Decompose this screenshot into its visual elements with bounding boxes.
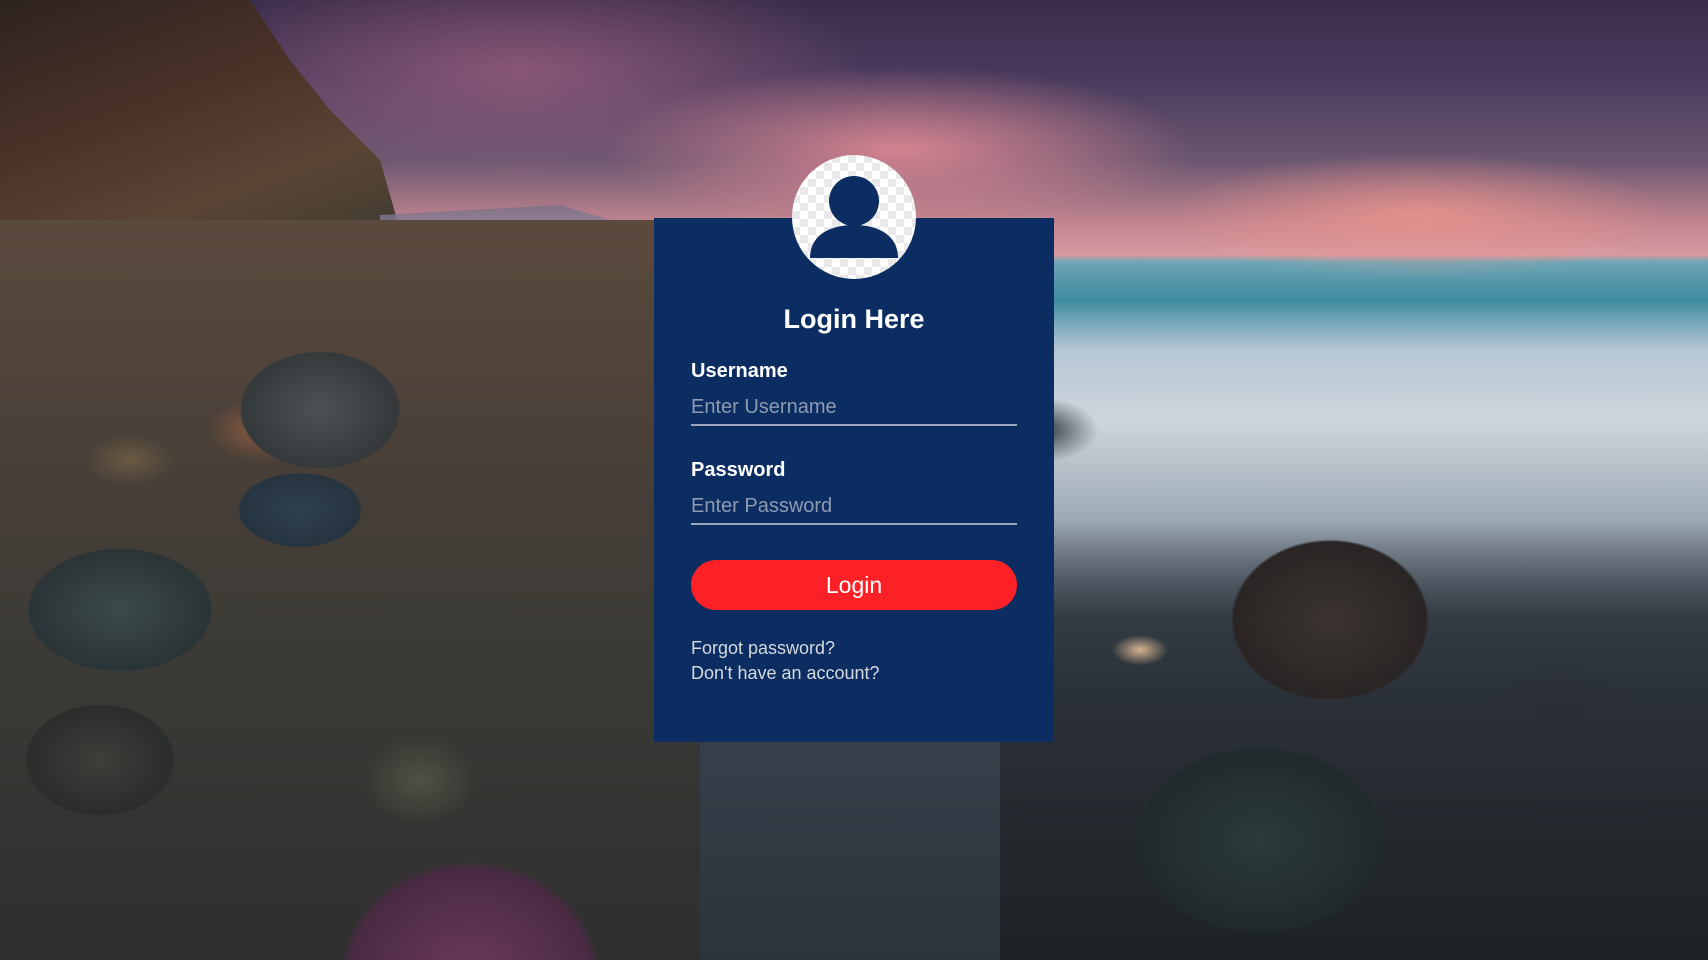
user-avatar	[792, 155, 916, 279]
background-cliff	[0, 0, 400, 250]
signup-link[interactable]: Don't have an account?	[691, 663, 880, 684]
username-input[interactable]	[691, 390, 1017, 426]
login-form: Login Here Username Password Login Forgo…	[654, 155, 1054, 742]
bottom-strip	[0, 960, 1708, 965]
forgot-password-link[interactable]: Forgot password?	[691, 638, 835, 659]
login-title: Login Here	[783, 304, 925, 334]
user-icon	[810, 176, 898, 258]
password-label: Password	[691, 459, 786, 481]
background-rocks-right	[1000, 330, 1708, 960]
username-label: Username	[691, 360, 788, 382]
login-button[interactable]: Login	[691, 560, 1017, 610]
background-rocks-left	[0, 220, 700, 960]
password-input[interactable]	[691, 489, 1017, 525]
